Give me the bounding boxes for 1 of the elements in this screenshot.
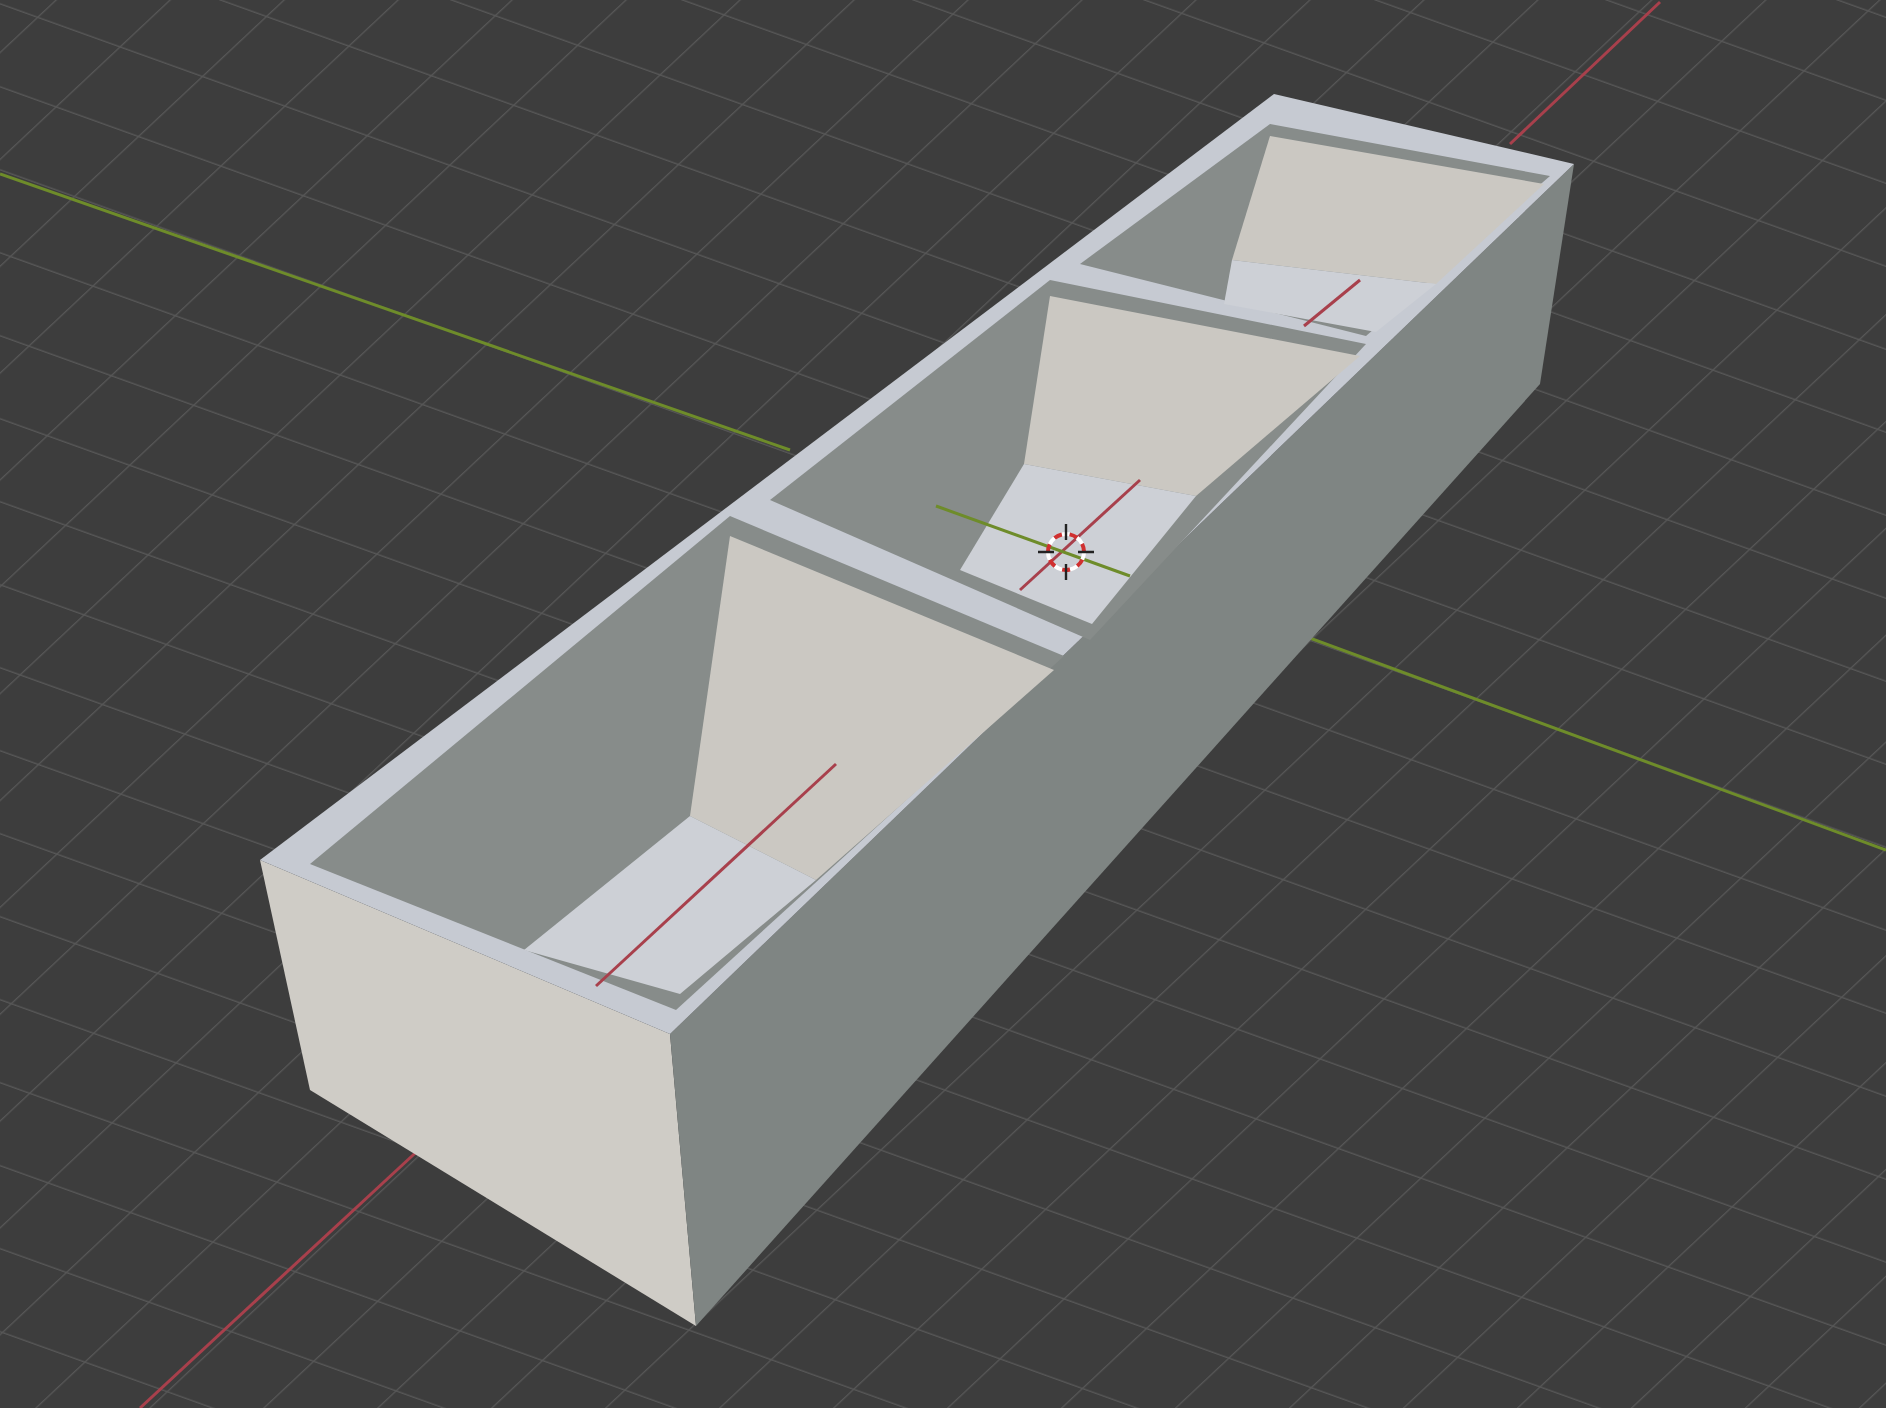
box-model-drawing[interactable] [260, 94, 1574, 1326]
